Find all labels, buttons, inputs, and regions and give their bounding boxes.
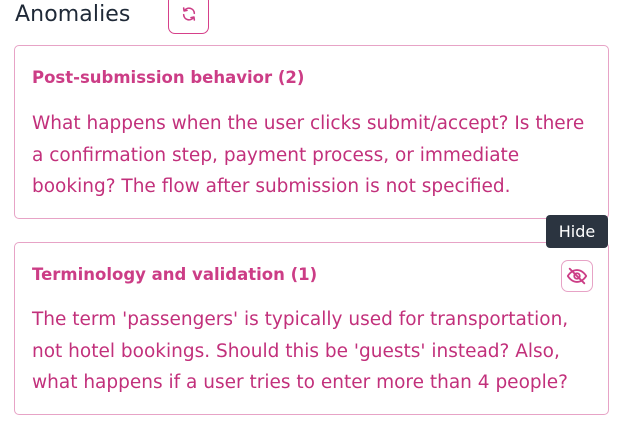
card-description: What happens when the user clicks submit… bbox=[32, 113, 585, 197]
hide-tooltip: Hide bbox=[546, 215, 608, 248]
refresh-button[interactable] bbox=[168, 0, 209, 34]
anomaly-card-terminology: Terminology and validation (1) The term … bbox=[14, 242, 609, 415]
anomalies-panel: Anomalies Post-submission behavior (2) W… bbox=[0, 0, 625, 421]
anomaly-card-post-submission: Post-submission behavior (2) What happen… bbox=[14, 45, 609, 219]
hide-button[interactable] bbox=[561, 260, 593, 292]
eye-slash-icon bbox=[566, 265, 588, 287]
refresh-icon bbox=[181, 6, 197, 22]
card-description: The term 'passengers' is typically used … bbox=[32, 309, 569, 393]
card-title: Terminology and validation (1) bbox=[32, 265, 318, 284]
section-title: Anomalies bbox=[15, 2, 131, 27]
card-title: Post-submission behavior (2) bbox=[32, 68, 305, 87]
